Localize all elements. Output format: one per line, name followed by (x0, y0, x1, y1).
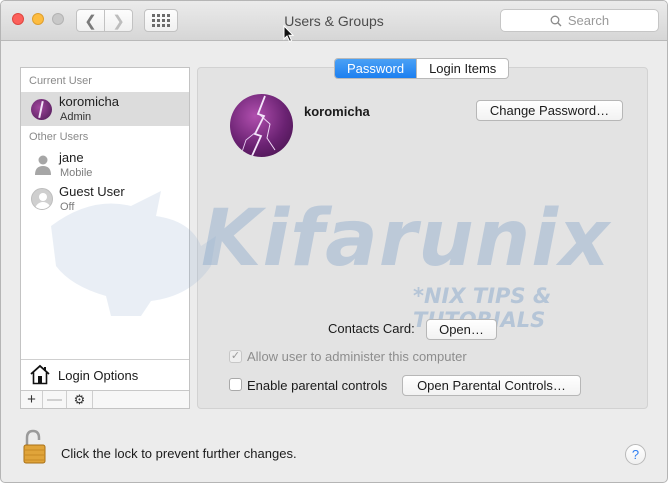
user-role: Admin (60, 111, 92, 123)
open-contacts-card-button[interactable]: Open… (426, 319, 497, 340)
lightning-picture-icon (241, 95, 276, 157)
search-placeholder: Search (567, 13, 610, 28)
parental-controls-label: Enable parental controls (247, 378, 388, 393)
lock-status-text: Click the lock to prevent further change… (61, 446, 297, 461)
allow-admin-checkbox[interactable]: ✓ (229, 350, 242, 363)
user-name: koromicha (59, 94, 119, 109)
login-options-item[interactable]: Login Options (21, 359, 189, 390)
users-list: Current User koromicha Admin Other Users… (20, 67, 190, 409)
user-row-jane[interactable]: jane Mobile (21, 148, 189, 182)
search-icon (550, 15, 562, 26)
user-silhouette-icon (35, 155, 51, 175)
help-button[interactable]: ? (625, 444, 646, 465)
other-users-header: Other Users (29, 131, 89, 143)
mouse-pointer-icon (283, 25, 295, 43)
user-role: Mobile (60, 167, 93, 179)
sidebar-toolbar: + — ⚙ (21, 390, 189, 408)
house-icon (30, 364, 50, 385)
guest-user-icon (31, 188, 53, 210)
allow-admin-label: Allow user to administer this computer (247, 349, 467, 364)
users-groups-window: ❮ ❯ Users & Groups Search Current User k… (0, 0, 668, 483)
gear-icon: ⚙ (73, 391, 86, 407)
user-avatar[interactable] (230, 94, 293, 157)
avatar (31, 99, 52, 120)
parental-controls-checkbox[interactable] (229, 378, 242, 391)
open-parental-controls-button[interactable]: Open Parental Controls… (402, 375, 581, 396)
watermark-brand: Kifarunix (201, 194, 611, 284)
titlebar: ❮ ❯ Users & Groups Search (1, 1, 667, 41)
tab-login-items[interactable]: Login Items (416, 59, 508, 78)
username-heading: koromicha (304, 104, 370, 119)
remove-user-button[interactable]: — (43, 391, 67, 408)
unlocked-padlock-icon[interactable] (23, 429, 47, 465)
change-password-button[interactable]: Change Password… (476, 100, 623, 121)
tab-bar: Password Login Items (334, 58, 510, 79)
user-row-guest[interactable]: Guest User Off (21, 182, 189, 216)
search-field[interactable]: Search (500, 9, 659, 32)
action-menu-button[interactable]: ⚙ (67, 391, 93, 408)
user-role: Off (60, 201, 75, 213)
user-row-koromicha[interactable]: koromicha Admin (21, 92, 189, 126)
contacts-card-label: Contacts Card: (328, 321, 415, 336)
tab-password[interactable]: Password (335, 59, 417, 78)
login-options-label: Login Options (58, 368, 139, 383)
user-name: jane (59, 150, 84, 165)
current-user-header: Current User (29, 75, 92, 87)
user-name: Guest User (59, 184, 125, 199)
add-user-button[interactable]: + (21, 391, 43, 408)
